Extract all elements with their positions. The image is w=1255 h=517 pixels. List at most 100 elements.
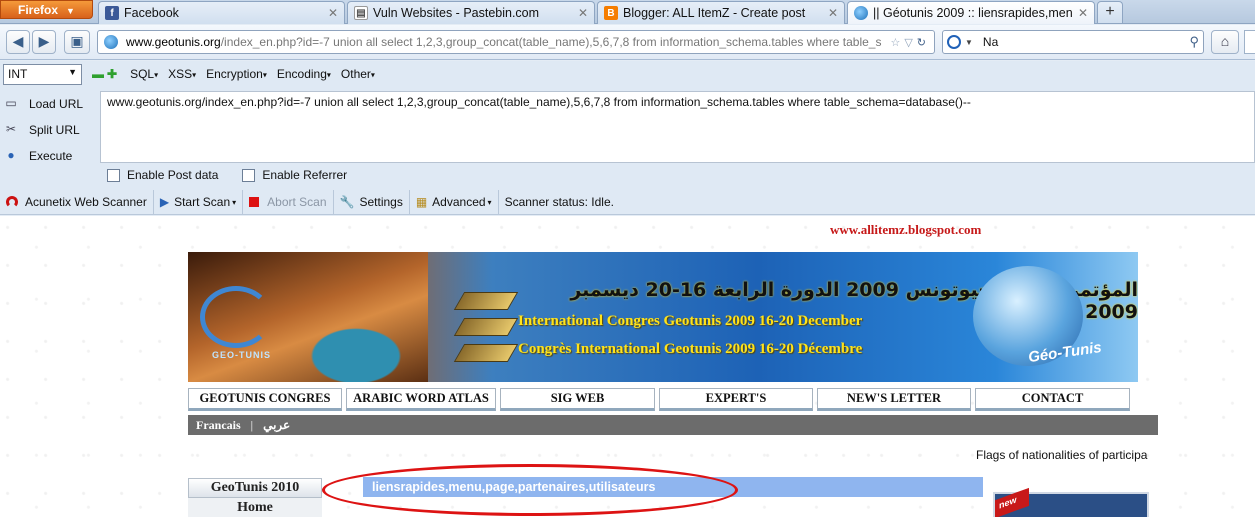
scanner-status: Scanner status: Idle. bbox=[499, 190, 620, 215]
acunetix-title[interactable]: Acunetix Web Scanner bbox=[0, 189, 154, 215]
side-menu-home[interactable]: Home bbox=[188, 498, 322, 517]
tab-label: || Géotunis 2009 :: liensrapides,menu,..… bbox=[873, 6, 1072, 20]
encoding-select[interactable]: INT ▼ bbox=[3, 63, 82, 85]
abort-scan-label: Abort Scan bbox=[267, 195, 327, 209]
menu-encryption[interactable]: Encryption▾ bbox=[206, 67, 267, 81]
new-badge: new bbox=[995, 487, 1029, 517]
new-tab-button[interactable]: + bbox=[1097, 1, 1123, 23]
web-page: www.allitemz.blogspot.com GEO-TUNIS المؤ… bbox=[0, 216, 1255, 517]
forward-button[interactable]: ▶ bbox=[32, 30, 56, 54]
advanced-button[interactable]: ▦ Advanced ▾ bbox=[410, 189, 499, 215]
close-icon[interactable]: ✕ bbox=[328, 6, 338, 20]
menu-arabic-word-atlas[interactable]: ARABIC WORD ATLAS bbox=[346, 388, 496, 411]
reload-icon[interactable]: ↻ bbox=[917, 37, 930, 49]
close-icon[interactable]: ✕ bbox=[1078, 6, 1088, 20]
url-bar-icons: ☆▽↻ bbox=[890, 36, 930, 49]
load-url-button[interactable]: ▭ Load URL bbox=[0, 91, 100, 117]
hackbar-menu-row: INT ▼ ▬✚ SQL▾ XSS▾ Encryption▾ Encoding▾… bbox=[0, 61, 1255, 87]
url-bar[interactable]: www.geotunis.org/index_en.php?id=-7 unio… bbox=[97, 30, 935, 54]
menu-encoding[interactable]: Encoding▾ bbox=[277, 67, 331, 81]
site-banner: GEO-TUNIS المؤتمر الدولي جيوتونس 2009 ال… bbox=[188, 252, 1138, 382]
increment-decrement-icons[interactable]: ▬✚ bbox=[92, 67, 120, 81]
menu-xss[interactable]: XSS▾ bbox=[168, 67, 196, 81]
map-layers-icon bbox=[453, 290, 519, 370]
geotunis-logo-icon bbox=[200, 286, 272, 348]
play-icon: ● bbox=[7, 148, 15, 162]
lang-french-link[interactable]: Francais bbox=[196, 418, 241, 433]
menu-other[interactable]: Other▾ bbox=[341, 67, 375, 81]
back-button[interactable]: ◀ bbox=[6, 30, 30, 54]
flags-caption: Flags of nationalities of participa bbox=[976, 448, 1148, 462]
watermark-text: www.allitemz.blogspot.com bbox=[830, 222, 982, 237]
split-url-button[interactable]: ✂ Split URL bbox=[0, 117, 100, 143]
site-menu: GEOTUNIS CONGRES ARABIC WORD ATLAS SIG W… bbox=[188, 388, 1138, 411]
tab-label: Blogger: ALL ItemZ - Create post bbox=[623, 6, 806, 20]
hackbar-actions: ▭ Load URL ✂ Split URL ● Execute bbox=[0, 91, 100, 169]
search-input[interactable]: Na bbox=[983, 35, 1190, 49]
acunetix-title-label: Acunetix Web Scanner bbox=[25, 195, 147, 209]
settings-button[interactable]: 🔧 Settings bbox=[334, 189, 410, 215]
banner-english-title: International Congres Geotunis 2009 16-2… bbox=[518, 313, 863, 329]
chevron-down-icon[interactable]: ▼ bbox=[965, 38, 973, 47]
search-engine-icon[interactable] bbox=[947, 35, 961, 49]
site-identity-icon bbox=[104, 35, 118, 49]
tab-groups-button[interactable]: ▣ bbox=[64, 30, 90, 54]
tab-geotunis[interactable]: || Géotunis 2009 :: liensrapides,menu,..… bbox=[847, 1, 1095, 24]
search-icon[interactable]: ⚲ bbox=[1189, 34, 1199, 50]
tab-facebook[interactable]: f Facebook ✕ bbox=[98, 1, 345, 24]
chevron-down-icon: ▾ bbox=[487, 197, 492, 207]
toolbar-overflow[interactable] bbox=[1244, 30, 1255, 54]
firefox-menu-button[interactable]: Firefox ▼ bbox=[0, 0, 93, 19]
dropdown-icon[interactable]: ▽ bbox=[904, 37, 916, 49]
lang-separator: | bbox=[250, 417, 254, 432]
tab-pastebin[interactable]: ▤ Vuln Websites - Pastebin.com ✕ bbox=[347, 1, 595, 24]
bookmark-star-icon[interactable]: ☆ bbox=[890, 37, 904, 49]
close-icon[interactable]: ✕ bbox=[828, 6, 838, 20]
menu-experts[interactable]: EXPERT'S bbox=[659, 388, 813, 411]
hackbar-url-textarea[interactable]: www.geotunis.org/index_en.php?id=-7 unio… bbox=[100, 91, 1255, 163]
tab-label: Vuln Websites - Pastebin.com bbox=[373, 6, 540, 20]
home-button[interactable]: ⌂ bbox=[1211, 30, 1239, 54]
side-menu: GeoTunis 2010 Home bbox=[188, 478, 322, 517]
menu-sig-web[interactable]: SIG WEB bbox=[500, 388, 655, 411]
execute-button[interactable]: ● Execute bbox=[0, 143, 100, 169]
firefox-menu-label: Firefox bbox=[18, 3, 59, 17]
acunetix-toolbar: Acunetix Web Scanner ▶ Start Scan ▾ Abort… bbox=[0, 189, 1255, 215]
banner-french-title: Congrès International Geotunis 2009 16-2… bbox=[518, 341, 863, 357]
menu-contact[interactable]: CONTACT bbox=[975, 388, 1130, 411]
url-text: www.geotunis.org/index_en.php?id=-7 unio… bbox=[126, 35, 882, 49]
forward-arrow-icon: ▶ bbox=[38, 33, 50, 49]
hackbar-options: Enable Post data Enable Referrer bbox=[105, 168, 369, 182]
advanced-label: Advanced bbox=[432, 195, 486, 209]
menu-newsletter[interactable]: NEW'S LETTER bbox=[817, 388, 971, 411]
settings-label: Settings bbox=[359, 195, 403, 209]
tab-blogger[interactable]: B Blogger: ALL ItemZ - Create post ✕ bbox=[597, 1, 845, 24]
pastebin-icon: ▤ bbox=[354, 6, 368, 20]
search-bar[interactable]: ▼ Na ⚲ bbox=[942, 30, 1204, 54]
encoding-select-value: INT bbox=[8, 66, 28, 81]
tab-strip: Firefox ▼ f Facebook ✕ ▤ Vuln Websites - … bbox=[0, 0, 1255, 24]
globe-icon bbox=[854, 6, 868, 20]
abort-scan-button[interactable]: Abort Scan bbox=[243, 189, 334, 215]
lang-arabic-link[interactable]: عربي bbox=[263, 418, 290, 433]
news-box[interactable]: new bbox=[993, 487, 1149, 517]
checkbox-box[interactable] bbox=[107, 168, 120, 182]
scanner-status-label: Scanner status: Idle. bbox=[504, 195, 614, 209]
menu-geotunis-congres[interactable]: GEOTUNIS CONGRES bbox=[188, 388, 342, 411]
enable-post-checkbox[interactable]: Enable Post data bbox=[105, 168, 218, 182]
chevron-down-icon: ▼ bbox=[68, 66, 77, 77]
enable-referrer-checkbox[interactable]: Enable Referrer bbox=[240, 168, 347, 182]
home-icon: ⌂ bbox=[1220, 33, 1230, 49]
navigation-bar: ◀ ▶ ▣ www.geotunis.org/index_en.php?id=-… bbox=[0, 25, 1255, 60]
execute-label: Execute bbox=[29, 149, 73, 163]
back-arrow-icon: ◀ bbox=[12, 33, 24, 49]
menu-sql[interactable]: SQL▾ bbox=[130, 67, 158, 81]
logo-text: GEO-TUNIS bbox=[212, 350, 272, 360]
close-icon[interactable]: ✕ bbox=[578, 6, 588, 20]
tab-groups-icon: ▣ bbox=[70, 33, 84, 49]
start-scan-button[interactable]: ▶ Start Scan ▾ bbox=[154, 189, 244, 215]
checkbox-box[interactable] bbox=[242, 168, 256, 182]
wrench-icon: 🔧 bbox=[339, 195, 355, 209]
acunetix-logo-icon bbox=[6, 196, 18, 208]
hackbar-toolbar: INT ▼ ▬✚ SQL▾ XSS▾ Encryption▾ Encoding▾… bbox=[0, 61, 1255, 190]
